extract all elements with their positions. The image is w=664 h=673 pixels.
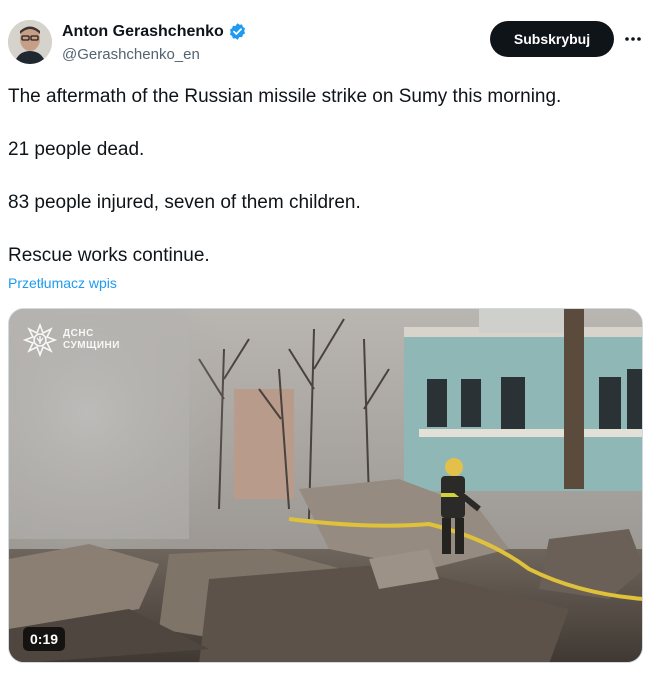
tweet-paragraph: The aftermath of the Russian missile str…	[8, 86, 562, 107]
tweet-paragraph: 21 people dead.	[8, 139, 145, 160]
watermark-text: ДСНС СУМЩИНИ	[63, 328, 120, 352]
watermark-line: ДСНС	[63, 328, 94, 339]
video-thumbnail	[9, 309, 642, 662]
author-avatar[interactable]	[8, 20, 52, 64]
tweet-paragraph: Rescue works continue.	[8, 245, 210, 266]
verified-badge-icon[interactable]	[228, 22, 247, 41]
tweet-card: Anton Gerashchenko @Gerashchenko_en Subs…	[0, 0, 664, 673]
subscribe-button[interactable]: Subskrybuj	[490, 21, 614, 57]
author-handle[interactable]: @Gerashchenko_en	[62, 46, 200, 63]
more-options-icon[interactable]	[620, 26, 646, 52]
watermark: ДСНС СУМЩИНИ	[23, 323, 120, 357]
video-duration-badge: 0:19	[23, 627, 66, 651]
tweet-paragraph: 83 people injured, seven of them childre…	[8, 192, 361, 213]
tweet-text: The aftermath of the Russian missile str…	[8, 84, 648, 296]
author-name-row: Anton Gerashchenko	[62, 22, 247, 41]
watermark-line: СУМЩИНИ	[63, 340, 120, 351]
video-player[interactable]: ДСНС СУМЩИНИ 0:19	[8, 308, 643, 663]
emblem-icon	[23, 323, 57, 357]
translate-link[interactable]: Przetłumacz wpis	[8, 275, 117, 291]
author-display-name[interactable]: Anton Gerashchenko	[62, 23, 224, 41]
tweet-header: Anton Gerashchenko @Gerashchenko_en Subs…	[0, 0, 664, 80]
